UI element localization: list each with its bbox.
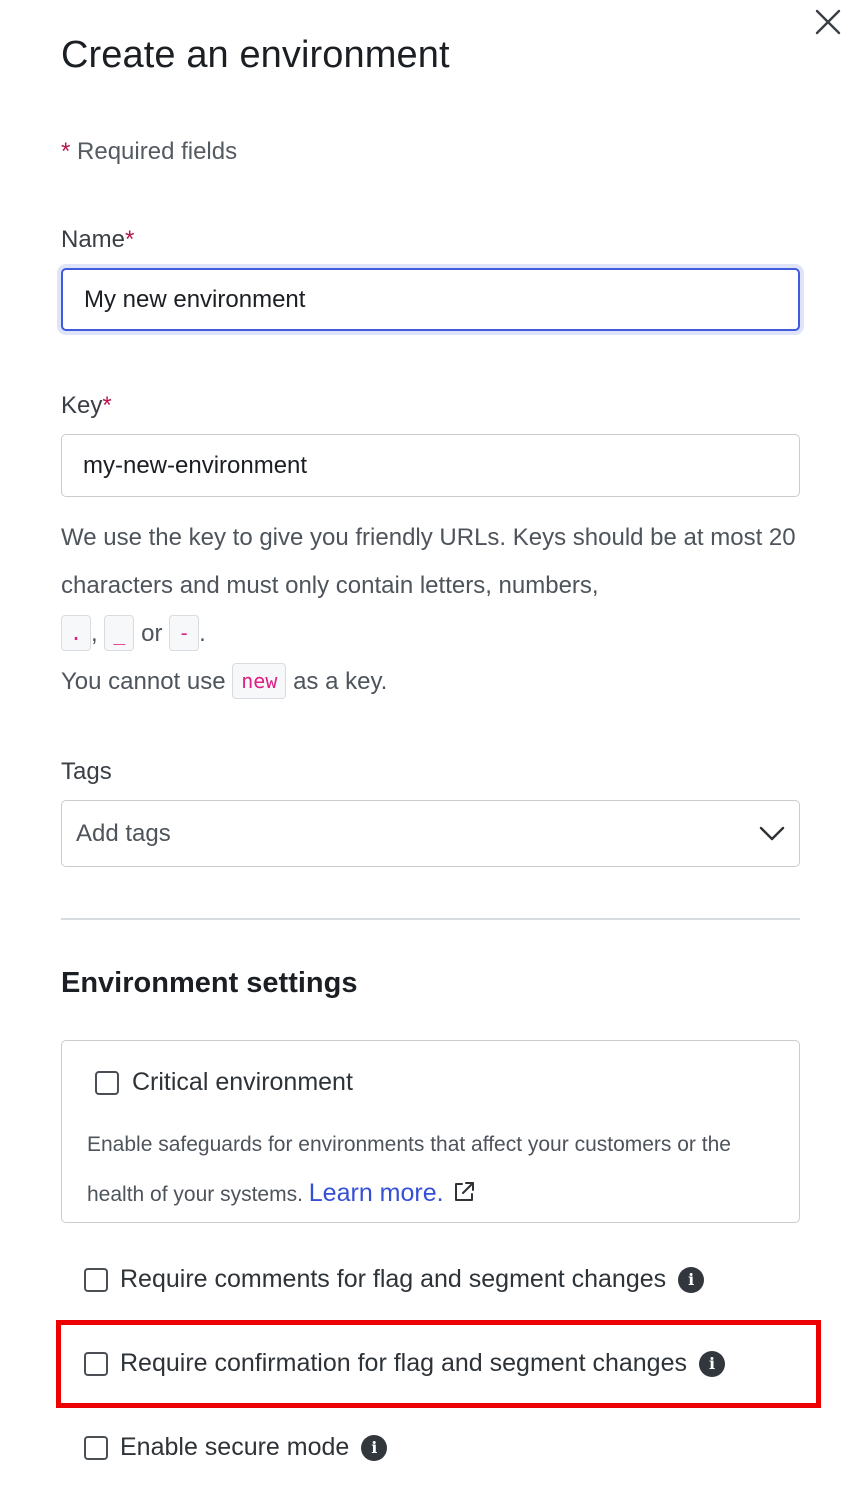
critical-environment-row: Critical environment bbox=[95, 1068, 353, 1097]
tags-placeholder: Add tags bbox=[76, 819, 171, 847]
code-chip-dot: . bbox=[61, 614, 92, 651]
code-chip-new: new bbox=[232, 662, 287, 699]
secure-mode-checkbox[interactable] bbox=[84, 1435, 108, 1460]
tags-select[interactable]: Add tags bbox=[61, 800, 800, 867]
require-confirmation-checkbox[interactable] bbox=[84, 1351, 108, 1376]
required-fields-note: * Required fields bbox=[61, 138, 237, 166]
chevron-down-icon bbox=[759, 826, 785, 840]
required-asterisk: * bbox=[61, 138, 71, 165]
section-divider bbox=[61, 918, 800, 920]
external-link-icon bbox=[454, 1182, 474, 1202]
info-icon[interactable]: i bbox=[699, 1350, 725, 1377]
key-help-text: We use the key to give you friendly URLs… bbox=[61, 514, 821, 706]
critical-environment-checkbox[interactable] bbox=[95, 1070, 119, 1095]
secure-mode-label: Enable secure mode bbox=[120, 1433, 350, 1461]
page-title: Create an environment bbox=[61, 34, 450, 76]
close-icon bbox=[815, 9, 841, 35]
secure-mode-row: Enable secure mode i bbox=[84, 1433, 388, 1462]
critical-environment-label: Critical environment bbox=[132, 1068, 353, 1096]
code-chip-underscore: _ bbox=[104, 614, 135, 651]
required-fields-text: Required fields bbox=[77, 138, 238, 165]
code-chip-dash: - bbox=[169, 614, 200, 651]
name-required-asterisk: * bbox=[125, 226, 135, 253]
critical-environment-description: Enable safeguards for environments that … bbox=[87, 1133, 731, 1207]
tags-label: Tags bbox=[61, 758, 112, 785]
name-input[interactable] bbox=[61, 268, 800, 331]
name-label: Name* bbox=[61, 226, 135, 253]
require-confirmation-row: Require confirmation for flag and segmen… bbox=[84, 1349, 725, 1378]
require-comments-row: Require comments for flag and segment ch… bbox=[84, 1265, 705, 1294]
key-label: Key* bbox=[61, 392, 112, 419]
critical-environment-card: Critical environment Enable safeguards f… bbox=[61, 1040, 800, 1223]
key-input[interactable] bbox=[61, 434, 800, 497]
info-icon[interactable]: i bbox=[361, 1434, 388, 1461]
info-icon[interactable]: i bbox=[678, 1266, 705, 1293]
key-required-asterisk: * bbox=[102, 392, 112, 419]
require-confirmation-label: Require confirmation for flag and segmen… bbox=[120, 1349, 687, 1377]
environment-settings-title: Environment settings bbox=[61, 967, 358, 999]
require-comments-label: Require comments for flag and segment ch… bbox=[120, 1265, 667, 1293]
close-button[interactable] bbox=[810, 4, 846, 40]
require-comments-checkbox[interactable] bbox=[84, 1267, 108, 1292]
learn-more-link[interactable]: Learn more. bbox=[309, 1179, 444, 1207]
